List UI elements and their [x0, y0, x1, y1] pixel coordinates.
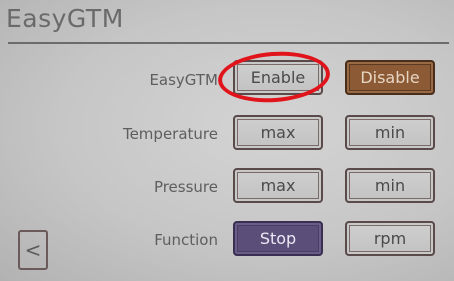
page-title: EasyGTM	[6, 4, 124, 33]
temperature-min-button[interactable]: min	[345, 115, 435, 150]
enable-button[interactable]: Enable	[233, 60, 323, 95]
title-divider	[8, 42, 449, 44]
temperature-label: Temperature	[122, 125, 218, 143]
pressure-max-button[interactable]: max	[233, 168, 323, 203]
stop-button[interactable]: Stop	[233, 221, 323, 256]
pressure-min-button[interactable]: min	[345, 168, 435, 203]
function-label: Function	[154, 231, 218, 249]
rpm-button[interactable]: rpm	[345, 221, 435, 256]
device-screen: EasyGTM EasyGTM Enable Disable Temperatu…	[0, 0, 454, 281]
disable-button[interactable]: Disable	[345, 60, 435, 95]
easygtm-label: EasyGTM	[149, 71, 218, 89]
chevron-left-icon: <	[24, 238, 42, 262]
pressure-label: Pressure	[153, 178, 218, 196]
back-button[interactable]: <	[18, 230, 48, 270]
temperature-max-button[interactable]: max	[233, 115, 323, 150]
